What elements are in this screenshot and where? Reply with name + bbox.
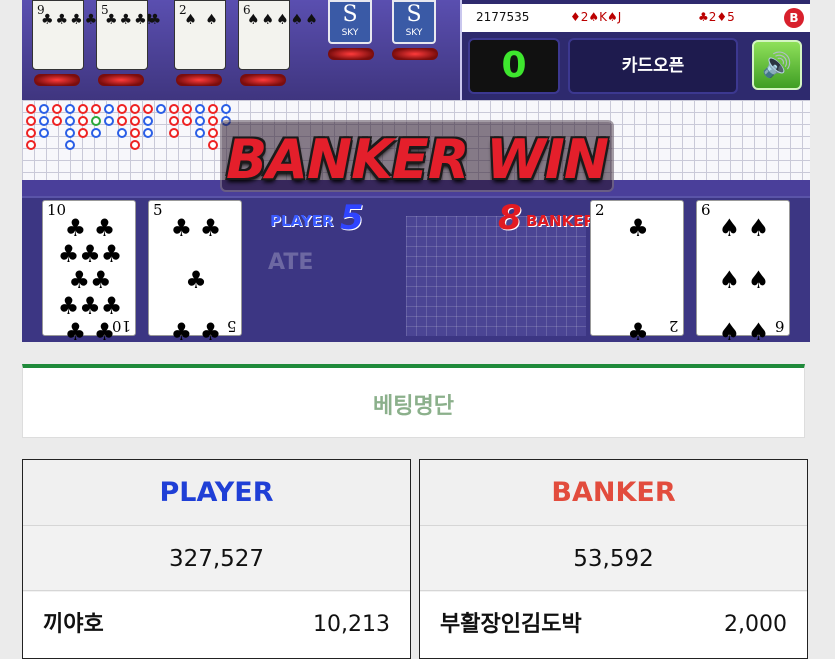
road-bead	[39, 128, 49, 138]
road-bead	[143, 116, 153, 126]
road-bead	[143, 104, 153, 114]
background-road	[406, 216, 586, 336]
road-bead	[195, 116, 205, 126]
card-back: S SKY	[328, 0, 372, 44]
road-bead	[130, 104, 140, 114]
countdown-display: 0	[468, 38, 560, 94]
road-bead	[52, 116, 62, 126]
road-bead	[169, 128, 179, 138]
road-bead	[78, 116, 88, 126]
round-summary-row: 2177535 ♦2♠K♠J ♣2♦5 B	[462, 4, 810, 32]
road-bead	[130, 128, 140, 138]
road-bead	[195, 104, 205, 114]
road-bead	[169, 116, 179, 126]
dealt-card: 2 ♠ ♠	[174, 0, 226, 70]
card-stand	[98, 74, 144, 86]
card-stand	[240, 74, 286, 86]
dealt-cards-strip: 9 ♣♣♣♣♣♣♣♣ 5 ♣♣♣♣ 2 ♠ ♠ 6 ♠♠♠♠♠ S SKY S …	[22, 0, 462, 100]
road-bead	[169, 104, 179, 114]
result-banner-text: BANKER WIN	[225, 128, 609, 191]
speaker-icon: 🔊	[762, 51, 792, 79]
road-bead	[65, 128, 75, 138]
player-card-1: 10 ♣ ♣ ♣♣♣ ♣♣ ♣♣♣ ♣ ♣ 10	[42, 200, 136, 342]
round-info-panel: 2177535 ♦2♠K♠J ♣2♦5 B 0 카드오픈 🔊	[460, 0, 810, 100]
card-stand	[328, 48, 374, 60]
road-bead	[182, 104, 192, 114]
road-bead	[39, 104, 49, 114]
dealt-card: 5 ♣♣♣♣	[96, 0, 161, 70]
road-bead	[208, 104, 218, 114]
baccarat-game-view: 9 ♣♣♣♣♣♣♣♣ 5 ♣♣♣♣ 2 ♠ ♠ 6 ♠♠♠♠♠ S SKY S …	[22, 0, 810, 342]
player-card-2: 5 ♣ ♣ ♣ ♣ ♣ 5	[148, 200, 242, 342]
card-stand	[392, 48, 438, 60]
road-bead	[195, 128, 205, 138]
road-bead	[91, 116, 101, 126]
banker-card-2: 6 ♠ ♠ ♠ ♠ ♠ ♠ 6	[696, 200, 790, 342]
road-bead	[182, 116, 192, 126]
road-bead	[91, 104, 101, 114]
banker-total: 53,592	[420, 527, 807, 591]
bettor-name: 부활장인김도박	[440, 612, 582, 637]
card-back: S SKY	[392, 0, 436, 44]
banker-column-title: BANKER	[420, 460, 807, 526]
player-bets-column: PLAYER 327,527 끼야호 10,213	[22, 459, 411, 659]
road-bead	[65, 116, 75, 126]
player-score: 5	[340, 198, 364, 238]
sound-toggle-button[interactable]: 🔊	[752, 40, 802, 90]
card-stand	[34, 74, 80, 86]
road-bead	[39, 116, 49, 126]
player-hand-summary: ♦2♠K♠J	[570, 10, 622, 24]
card-stand	[176, 74, 222, 86]
player-label: PLAYER	[270, 212, 334, 230]
road-bead	[26, 104, 36, 114]
player-column-title: PLAYER	[23, 460, 410, 526]
road-bead	[208, 128, 218, 138]
road-bead	[26, 128, 36, 138]
dealing-area: ATE 10 ♣ ♣ ♣♣♣ ♣♣ ♣♣♣ ♣ ♣ 10 5 ♣ ♣ ♣ ♣ ♣…	[22, 196, 810, 342]
list-item: 끼야호 10,213	[23, 592, 410, 658]
dealt-card: 6 ♠♠♠♠♠	[238, 0, 318, 70]
road-bead	[91, 128, 101, 138]
player-total: 327,527	[23, 527, 410, 591]
faded-text: ATE	[268, 250, 314, 275]
road-bead	[104, 104, 114, 114]
banker-score: 8	[498, 198, 522, 238]
road-bead	[117, 116, 127, 126]
list-item: 부활장인김도박 2,000	[420, 592, 807, 658]
road-bead	[130, 140, 140, 150]
road-bead	[208, 116, 218, 126]
road-bead	[156, 104, 166, 114]
road-bead	[65, 104, 75, 114]
road-bead	[65, 140, 75, 150]
result-banner: BANKER WIN	[220, 120, 614, 192]
betting-list-header: 베팅명단	[22, 364, 805, 438]
bet-amount: 2,000	[724, 612, 787, 637]
road-bead	[104, 116, 114, 126]
banker-card-1: 2 ♣ ♣ 2	[590, 200, 684, 342]
banker-hand-summary: ♣2♦5	[698, 10, 735, 24]
road-bead	[52, 104, 62, 114]
banker-result-badge: B	[784, 8, 804, 28]
round-id: 2177535	[476, 10, 530, 24]
bet-amount: 10,213	[313, 612, 390, 637]
bettor-name: 끼야호	[43, 612, 104, 637]
card-open-button[interactable]: 카드오픈	[568, 38, 738, 94]
road-bead	[26, 140, 36, 150]
road-bead	[78, 128, 88, 138]
road-bead	[143, 128, 153, 138]
road-bead	[117, 104, 127, 114]
road-bead	[221, 104, 231, 114]
road-bead	[26, 116, 36, 126]
road-bead	[78, 104, 88, 114]
road-bead	[208, 140, 218, 150]
banker-label: BANKER	[526, 212, 596, 230]
road-bead	[117, 128, 127, 138]
dealt-card: 9 ♣♣♣♣♣♣♣♣	[32, 0, 155, 70]
banker-bets-column: BANKER 53,592 부활장인김도박 2,000	[419, 459, 808, 659]
road-bead	[130, 116, 140, 126]
betting-list-title: 베팅명단	[373, 394, 454, 419]
